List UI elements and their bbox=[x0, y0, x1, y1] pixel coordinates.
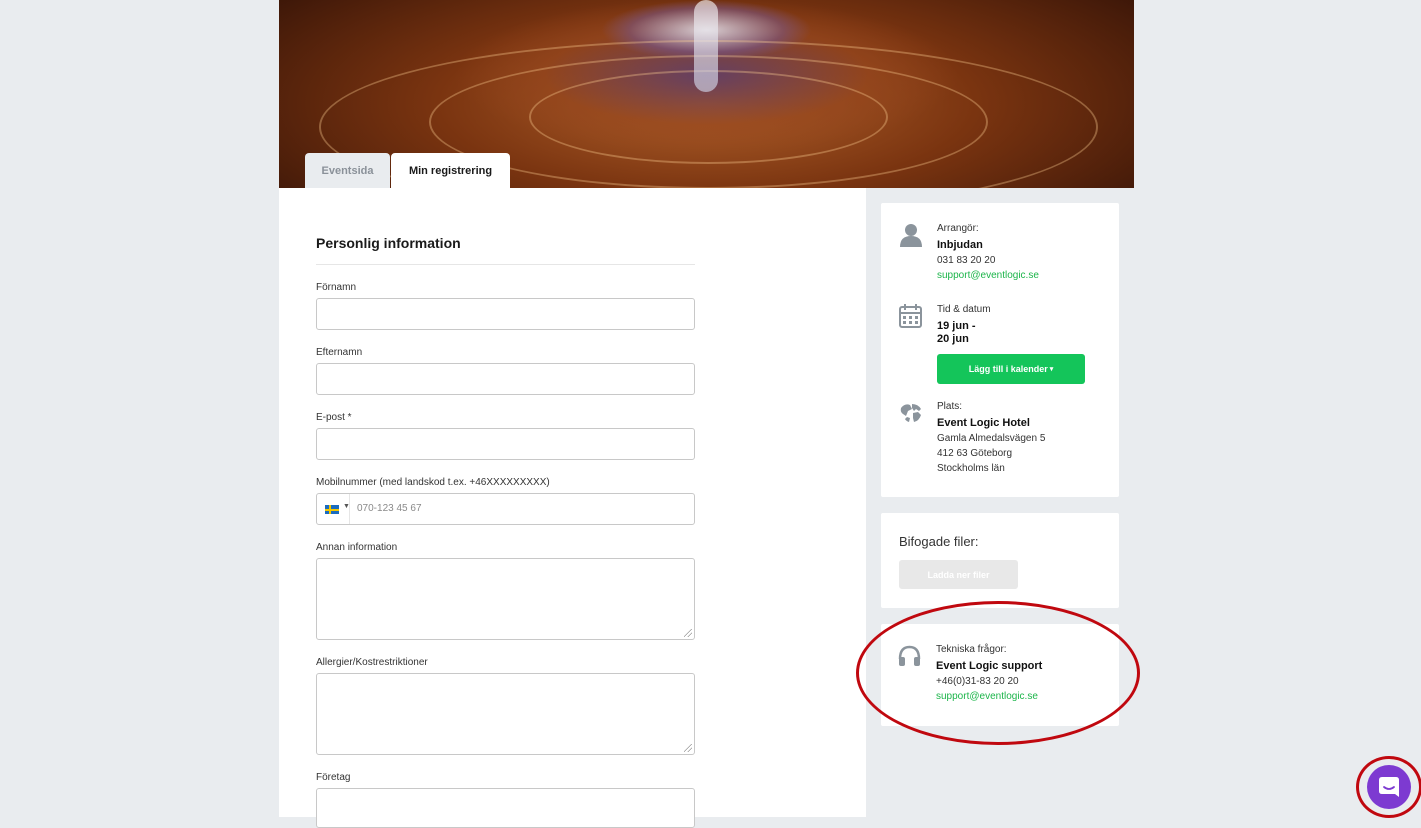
chevron-down-icon: ▾ bbox=[1049, 366, 1054, 373]
last-name-input[interactable] bbox=[316, 363, 695, 395]
mobile-placeholder: 070-123 45 67 bbox=[357, 503, 422, 514]
location-street: Gamla Almedalsvägen 5 bbox=[937, 433, 1046, 444]
last-name-label: Efternamn bbox=[316, 347, 363, 358]
sweden-flag-icon[interactable] bbox=[325, 505, 339, 514]
globe-icon bbox=[900, 404, 921, 422]
download-files-button[interactable]: Ladda ner filer bbox=[899, 560, 1018, 589]
attached-files-title: Bifogade filer: bbox=[899, 534, 979, 549]
tab-eventsida[interactable]: Eventsida bbox=[305, 153, 390, 188]
allergies-textarea[interactable] bbox=[316, 673, 695, 755]
organizer-label: Arrangör: bbox=[937, 223, 979, 234]
email-label: E-post * bbox=[316, 412, 352, 423]
mobile-label: Mobilnummer (med landskod t.ex. +46XXXXX… bbox=[316, 477, 550, 488]
location-label: Plats: bbox=[937, 401, 963, 412]
mobile-input[interactable]: ▼ 070-123 45 67 bbox=[316, 493, 695, 525]
organizer-email-link[interactable]: support@eventlogic.se bbox=[937, 270, 1039, 281]
calendar-icon bbox=[899, 304, 922, 328]
chat-bubble-icon bbox=[1379, 777, 1399, 797]
location-city: 412 63 Göteborg bbox=[937, 448, 1013, 459]
location-region: Stockholms län bbox=[937, 463, 1005, 474]
organizer-name: Inbjudan bbox=[937, 239, 983, 251]
company-label: Företag bbox=[316, 772, 351, 783]
email-input[interactable] bbox=[316, 428, 695, 460]
other-info-label: Annan information bbox=[316, 542, 398, 553]
section-divider bbox=[316, 264, 695, 265]
allergies-label: Allergier/Kostrestriktioner bbox=[316, 657, 428, 668]
chat-launcher-button[interactable] bbox=[1367, 765, 1411, 809]
section-title: Personlig information bbox=[316, 235, 461, 251]
datetime-label: Tid & datum bbox=[937, 304, 991, 315]
resize-grip-icon[interactable] bbox=[684, 744, 692, 752]
tab-min-registrering[interactable]: Min registrering bbox=[391, 153, 510, 188]
support-highlight-circle bbox=[856, 601, 1140, 745]
location-name: Event Logic Hotel bbox=[937, 417, 1030, 429]
resize-grip-icon[interactable] bbox=[684, 629, 692, 637]
country-divider bbox=[349, 494, 350, 524]
first-name-label: Förnamn bbox=[316, 282, 357, 293]
other-info-textarea[interactable] bbox=[316, 558, 695, 640]
date-end: 20 jun bbox=[937, 333, 969, 345]
organizer-phone: 031 83 20 20 bbox=[937, 255, 996, 266]
first-name-input[interactable] bbox=[316, 298, 695, 330]
person-icon bbox=[900, 224, 922, 247]
add-to-calendar-button[interactable]: Lägg till i kalender ▾ bbox=[937, 354, 1085, 384]
add-to-calendar-label: Lägg till i kalender bbox=[968, 364, 1048, 374]
date-start: 19 jun - bbox=[937, 320, 976, 332]
company-input[interactable] bbox=[316, 788, 695, 828]
